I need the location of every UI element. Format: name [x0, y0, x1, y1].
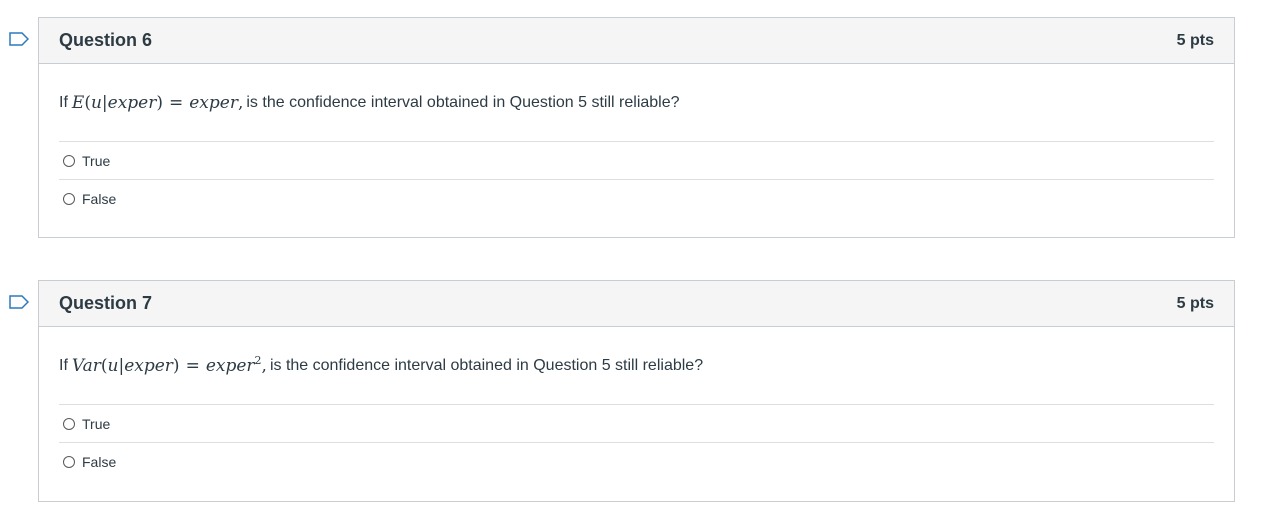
math-variable: u — [107, 355, 119, 376]
math-rhs: exper — [189, 92, 238, 113]
answer-option-false[interactable]: False — [59, 443, 1214, 480]
math-condition: exper — [124, 355, 173, 376]
math-operator: = — [169, 92, 184, 113]
flag-question-icon[interactable] — [9, 295, 29, 309]
radio-button[interactable] — [63, 455, 75, 468]
question-text-prefix: If — [59, 356, 68, 374]
question-header: Question 7 5 pts — [39, 281, 1234, 327]
question-title: Question 7 — [59, 293, 153, 313]
math-trail: , — [261, 355, 267, 376]
math-expression: E(u|exper) = exper, — [71, 92, 244, 113]
answer-option-false[interactable]: False — [59, 180, 1214, 217]
math-trail: , — [237, 92, 244, 113]
question-body: If Var(u|exper) = exper2, is the confidenc… — [39, 327, 1234, 480]
question-title: Question 6 — [59, 30, 153, 50]
question-points: 5 pts — [1176, 31, 1214, 49]
question-points: 5 pts — [1176, 294, 1214, 312]
math-function: E — [71, 92, 85, 113]
question-text: If Var(u|exper) = exper2, is the confidenc… — [59, 327, 1214, 405]
answer-label[interactable]: False — [82, 191, 116, 207]
radio-button[interactable] — [63, 154, 75, 167]
math-operator: = — [185, 355, 200, 376]
answer-label[interactable]: True — [82, 416, 110, 432]
question-text-suffix: is the confidence interval obtained in Q… — [246, 93, 680, 111]
question-body: If E(u|exper) = exper, is the confidence i… — [39, 64, 1234, 217]
answer-option-true[interactable]: True — [59, 405, 1214, 443]
flag-question-icon[interactable] — [9, 32, 29, 46]
math-superscript: 2 — [254, 353, 262, 367]
answer-option-true[interactable]: True — [59, 142, 1214, 180]
radio-button[interactable] — [63, 192, 75, 205]
math-function: Var — [71, 355, 101, 376]
answer-label[interactable]: True — [82, 153, 110, 169]
math-expression: Var(u|exper) = exper2, — [71, 353, 267, 376]
math-variable: u — [90, 92, 102, 113]
math-rhs: exper — [205, 355, 255, 376]
question-text-prefix: If — [59, 93, 68, 111]
radio-button[interactable] — [63, 417, 75, 430]
question-header: Question 6 5 pts — [39, 18, 1234, 64]
math-condition: exper — [107, 92, 157, 113]
question-card: Question 6 5 pts If E(u|exper) = exper, is… — [38, 17, 1235, 238]
question-text: If E(u|exper) = exper, is the confidence i… — [59, 64, 1214, 142]
question-text-suffix: is the confidence interval obtained in Q… — [269, 356, 704, 374]
answer-label[interactable]: False — [82, 454, 116, 470]
question-card: Question 7 5 pts If Var(u|exper) = exper2,… — [38, 280, 1235, 502]
